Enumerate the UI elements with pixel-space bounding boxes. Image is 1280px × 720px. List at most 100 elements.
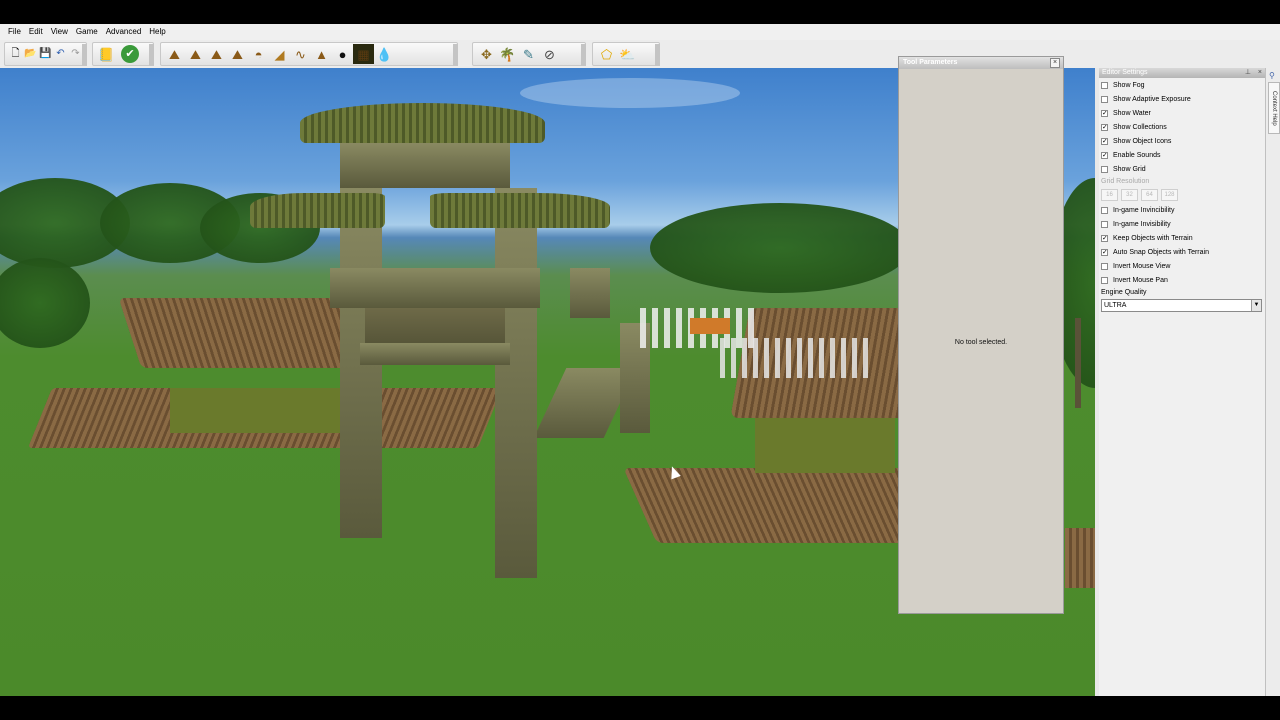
checkbox[interactable] <box>1101 165 1108 173</box>
validate-check-icon: ✔ <box>125 47 135 60</box>
option-show-water[interactable]: ✓ Show Water <box>1099 106 1265 120</box>
close-icon[interactable]: × <box>1050 58 1060 68</box>
option-show-collections[interactable]: ✓ Show Collections <box>1099 120 1265 134</box>
tool-parameters-titlebar[interactable]: Tool Parameters × <box>899 57 1063 69</box>
pin-icon[interactable]: ⊥ <box>1245 68 1251 78</box>
toolbar: 🗋 📂 💾 ↶ ↷ 📒 ✔ ⛰ ⛰ ⛰ ⛰ ◓ ◢ ∿ ▲ ● ▦ 💧 ✥ 🌴 … <box>0 40 1280 69</box>
grid-res-64-button[interactable]: 64 <box>1141 189 1158 201</box>
context-help-tab[interactable]: Context Help <box>1268 82 1280 134</box>
toolbar-grip[interactable] <box>82 44 87 66</box>
close-icon[interactable]: × <box>1258 68 1262 78</box>
menu-game[interactable]: Game <box>72 24 102 40</box>
new-file-button[interactable]: 🗋 <box>8 44 23 64</box>
toolbar-group-mission: 📒 ✔ <box>92 42 154 66</box>
checkbox[interactable] <box>1101 276 1108 284</box>
terrain-hill-icon: ◓ <box>254 46 263 62</box>
terrain-raise-icon: ⛰ <box>169 46 180 62</box>
toolbar-grip[interactable] <box>655 44 660 66</box>
menu-view[interactable]: View <box>47 24 72 40</box>
toolbar-group-objects: ✥ 🌴 ✎ ⊘ <box>472 42 586 66</box>
checkbox[interactable]: ✓ <box>1101 234 1108 242</box>
save-icon: 💾 <box>39 48 52 59</box>
toolbar-group-zones: ⬠ ⛅ <box>592 42 660 66</box>
checkbox[interactable] <box>1101 206 1108 214</box>
hole-button[interactable]: ● <box>332 44 353 64</box>
vegetation-button[interactable]: 🌴 <box>497 44 518 64</box>
object-place-button[interactable]: ✥ <box>476 44 497 64</box>
object-icons-cluster <box>720 338 870 378</box>
validate-button[interactable]: ✔ <box>121 45 139 63</box>
gate-roof-left <box>250 193 385 228</box>
option-invert-mouse-view[interactable]: Invert Mouse View <box>1099 259 1265 273</box>
option-keep-objects-terrain[interactable]: ✓ Keep Objects with Terrain <box>1099 231 1265 245</box>
option-auto-snap[interactable]: ✓ Auto Snap Objects with Terrain <box>1099 245 1265 259</box>
option-show-fog[interactable]: Show Fog <box>1099 78 1265 92</box>
option-enable-sounds[interactable]: ✓ Enable Sounds <box>1099 148 1265 162</box>
option-show-object-icons[interactable]: ✓ Show Object Icons <box>1099 134 1265 148</box>
checkbox[interactable] <box>1101 262 1108 270</box>
cloud <box>520 78 740 108</box>
terrain-flatten-button[interactable]: ⛰ <box>206 44 227 64</box>
grid-res-128-button[interactable]: 128 <box>1161 189 1178 201</box>
option-invert-mouse-pan[interactable]: Invert Mouse Pan <box>1099 273 1265 287</box>
terrain-plateau-button[interactable]: ⛰ <box>227 44 248 64</box>
polygon-zone-button[interactable]: ⬠ <box>596 44 617 64</box>
new-file-icon: 🗋 <box>11 48 20 59</box>
option-invisibility[interactable]: In-game Invisibility <box>1099 217 1265 231</box>
redo-button[interactable]: ↷ <box>68 44 83 64</box>
checkbox[interactable]: ✓ <box>1101 137 1108 145</box>
texture-paint-button[interactable]: ▦ <box>353 44 374 64</box>
texture-paint-icon: ▦ <box>357 46 370 62</box>
object-edit-button[interactable]: ✎ <box>518 44 539 64</box>
terrain-mountain-icon: ▲ <box>315 46 328 62</box>
checkbox[interactable]: ✓ <box>1101 109 1108 117</box>
selection-button[interactable]: ⊘ <box>539 44 560 64</box>
option-show-adaptive-exposure[interactable]: Show Adaptive Exposure <box>1099 92 1265 106</box>
palm-trunk <box>1075 318 1081 408</box>
grid-res-16-button[interactable]: 16 <box>1101 189 1118 201</box>
toolbar-grip[interactable] <box>453 44 458 66</box>
save-button[interactable]: 💾 <box>38 44 53 64</box>
toolbar-grip[interactable] <box>581 44 586 66</box>
checkbox[interactable] <box>1101 81 1108 89</box>
grid-res-32-button[interactable]: 32 <box>1121 189 1138 201</box>
terrain-ramp-button[interactable]: ◢ <box>269 44 290 64</box>
terrain-smooth-button[interactable]: ⛰ <box>185 44 206 64</box>
gate-roof-top <box>300 103 545 143</box>
pin-icon[interactable]: ⚲ <box>1269 71 1275 80</box>
undo-button[interactable]: ↶ <box>53 44 68 64</box>
selection-icon: ⊘ <box>544 46 555 62</box>
toolbar-grip[interactable] <box>149 44 154 66</box>
menu-edit[interactable]: Edit <box>25 24 47 40</box>
checkbox[interactable]: ✓ <box>1101 123 1108 131</box>
checkbox[interactable]: ✓ <box>1101 151 1108 159</box>
checkbox[interactable]: ✓ <box>1101 248 1108 256</box>
objectives-button[interactable]: 📒 <box>96 44 117 64</box>
option-show-grid[interactable]: Show Grid <box>1099 162 1265 176</box>
objectives-book-icon: 📒 <box>98 46 115 62</box>
chevron-down-icon[interactable]: ▼ <box>1251 300 1261 311</box>
engine-quality-value: ULTRA <box>1104 302 1127 309</box>
gate-crossbeam <box>330 268 540 308</box>
checkbox[interactable] <box>1101 220 1108 228</box>
menu-advanced[interactable]: Advanced <box>102 24 146 40</box>
terrain-mountain-button[interactable]: ▲ <box>311 44 332 64</box>
undo-icon: ↶ <box>56 48 65 59</box>
engine-quality-select[interactable]: ULTRA ▼ <box>1101 299 1262 312</box>
editor-settings-titlebar[interactable]: Editor Settings ⊥ × <box>1099 68 1265 78</box>
hay-bales <box>755 418 895 473</box>
terrain-raise-button[interactable]: ⛰ <box>164 44 185 64</box>
open-button[interactable]: 📂 <box>23 44 38 64</box>
engine-quality-label-row: Engine Quality <box>1099 287 1265 298</box>
object-place-icon: ✥ <box>481 46 492 62</box>
checkbox[interactable] <box>1101 95 1108 103</box>
menu-help[interactable]: Help <box>145 24 169 40</box>
terrain-hill-button[interactable]: ◓ <box>248 44 269 64</box>
menu-file[interactable]: File <box>4 24 25 40</box>
option-invincibility[interactable]: In-game Invincibility <box>1099 203 1265 217</box>
water-button[interactable]: 💧 <box>374 44 395 64</box>
road-path-button[interactable]: ∿ <box>290 44 311 64</box>
toolbar-group-file: 🗋 📂 💾 ↶ ↷ <box>4 42 87 66</box>
editor-settings-title: Editor Settings <box>1102 69 1148 76</box>
weather-button[interactable]: ⛅ <box>617 44 638 64</box>
